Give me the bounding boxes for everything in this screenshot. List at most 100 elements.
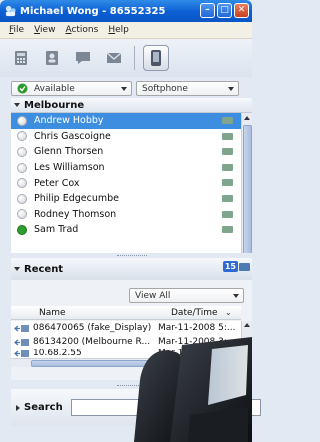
- call-datetime: Mar-11-2008 3:...: [158, 349, 236, 358]
- contact-row[interactable]: Sam Trad: [11, 222, 241, 238]
- collapse-icon: [14, 103, 20, 107]
- presence-icon: [17, 224, 27, 235]
- search-label: Search: [24, 402, 63, 413]
- recent-table-header: Name Date/Time ⌄: [11, 306, 241, 320]
- call-name: 86134200 (Melbourne R...: [33, 337, 151, 347]
- device-value: Softphone: [142, 83, 188, 94]
- search-panel: Search: [11, 389, 261, 426]
- contact-row[interactable]: Philip Edgecumbe: [11, 191, 241, 207]
- voicemail-icon[interactable]: [222, 194, 233, 202]
- menu-view[interactable]: View: [34, 25, 55, 35]
- contacts-icon: [46, 51, 58, 65]
- voicemail-icon[interactable]: [222, 117, 233, 124]
- check-icon: [17, 83, 28, 94]
- column-datetime[interactable]: Date/Time: [171, 308, 225, 318]
- contact-row[interactable]: Glenn Thorsen: [11, 144, 241, 160]
- toolbar: [0, 39, 252, 77]
- call-row[interactable]: 86134200 (Melbourne R... Mar-11-2008 3:.…: [11, 335, 241, 349]
- dialpad-button[interactable]: [8, 45, 34, 71]
- voicemail-icon[interactable]: [222, 226, 233, 234]
- phone-view-icon: [151, 50, 161, 66]
- scroll-down-icon[interactable]: [244, 352, 250, 356]
- call-row[interactable]: 10.68.2.55 Mar-11-2008 3:...: [11, 349, 241, 358]
- scroll-up-icon[interactable]: [244, 323, 250, 327]
- collapse-icon: [14, 267, 20, 271]
- contact-name: Glenn Thorsen: [34, 146, 104, 158]
- app-icon: [5, 5, 16, 16]
- recent-title: Recent: [24, 263, 64, 275]
- toolbar-divider: [134, 46, 135, 70]
- menu-help[interactable]: Help: [108, 25, 129, 35]
- chevron-down-icon: [228, 87, 234, 91]
- dialpad-icon: [15, 51, 27, 65]
- contact-list: Andrew Hobby Chris Gascoigne Glenn Thors…: [11, 113, 241, 269]
- chevron-down-icon: [233, 294, 239, 298]
- scroll-up-icon[interactable]: [244, 116, 250, 120]
- close-button[interactable]: ✕: [234, 3, 249, 18]
- hscroll-thumb[interactable]: [31, 360, 221, 367]
- presence-dropdown[interactable]: Available: [11, 81, 132, 96]
- phone-view-button[interactable]: [143, 45, 169, 71]
- group-name: Melbourne: [24, 99, 85, 111]
- voicemail-icon: [239, 263, 250, 271]
- recent-hscrollbar[interactable]: [11, 358, 241, 367]
- device-dropdown[interactable]: Softphone: [136, 81, 239, 96]
- contact-name: Rodney Thomson: [34, 208, 117, 220]
- contact-name: Andrew Hobby: [34, 115, 104, 127]
- chat-button[interactable]: [70, 45, 96, 71]
- status-row: Available Softphone: [0, 79, 252, 98]
- recent-scrollbar[interactable]: [241, 321, 252, 358]
- presence-icon: [17, 131, 27, 142]
- chat-icon: [76, 52, 90, 64]
- email-button[interactable]: [101, 45, 127, 71]
- contact-row[interactable]: Andrew Hobby: [11, 113, 241, 129]
- title-bar[interactable]: Michael Wong - 86552325 – □ ✕: [0, 0, 252, 22]
- menu-actions[interactable]: Actions: [65, 25, 98, 35]
- scroll-thumb[interactable]: [243, 125, 252, 259]
- call-row[interactable]: 086470065 (fake_Display) Mar-11-2008 5:.…: [11, 321, 241, 335]
- maximize-button[interactable]: □: [217, 3, 232, 18]
- presence-icon: [17, 146, 27, 157]
- email-icon: [106, 52, 122, 63]
- pane-splitter[interactable]: [11, 383, 252, 388]
- call-name: 086470065 (fake_Display): [33, 323, 152, 333]
- voicemail-icon[interactable]: [222, 163, 233, 171]
- contact-scrollbar[interactable]: [241, 113, 252, 269]
- window-title: Michael Wong - 86552325: [20, 5, 166, 17]
- presence-value: Available: [34, 83, 75, 94]
- contacts-button[interactable]: [39, 45, 65, 71]
- search-input[interactable]: [71, 399, 261, 416]
- voicemail-icon[interactable]: [222, 148, 233, 156]
- left-edge: [0, 98, 11, 442]
- contact-row[interactable]: Peter Cox: [11, 175, 241, 191]
- call-name: 10.68.2.55: [33, 349, 82, 357]
- contact-row[interactable]: Rodney Thomson: [11, 207, 241, 223]
- menu-bar: File View Actions Help: [0, 22, 252, 39]
- presence-icon: [17, 115, 27, 126]
- chevron-down-icon: [121, 87, 127, 91]
- menu-file[interactable]: File: [9, 25, 24, 35]
- recent-filter-dropdown[interactable]: View All: [129, 288, 244, 303]
- presence-icon: [17, 193, 27, 204]
- presence-icon: [17, 209, 27, 220]
- sort-icon: ⌄: [225, 308, 232, 317]
- call-datetime: Mar-11-2008 3:...: [158, 337, 236, 347]
- contact-row[interactable]: Les Williamson: [11, 160, 241, 176]
- group-header[interactable]: Melbourne: [11, 98, 252, 113]
- recent-filter-value: View All: [135, 290, 171, 301]
- incoming-call-icon: [14, 324, 29, 332]
- recent-header[interactable]: Recent 15: [11, 258, 252, 280]
- column-name[interactable]: Name: [39, 308, 171, 318]
- expand-icon[interactable]: [16, 404, 20, 411]
- voicemail-icon[interactable]: [222, 132, 233, 140]
- contact-name: Les Williamson: [34, 162, 105, 174]
- contact-name: Peter Cox: [34, 177, 80, 189]
- recent-calls-pane: View All Name Date/Time ⌄ 086470065 (fak…: [11, 280, 252, 380]
- call-datetime: Mar-11-2008 5:...: [158, 323, 236, 333]
- presence-icon: [17, 162, 27, 173]
- contact-row[interactable]: Chris Gascoigne: [11, 129, 241, 145]
- voicemail-icon[interactable]: [222, 179, 233, 187]
- voicemail-icon[interactable]: [222, 210, 233, 218]
- minimize-button[interactable]: –: [200, 3, 215, 18]
- incoming-call-icon: [14, 350, 29, 357]
